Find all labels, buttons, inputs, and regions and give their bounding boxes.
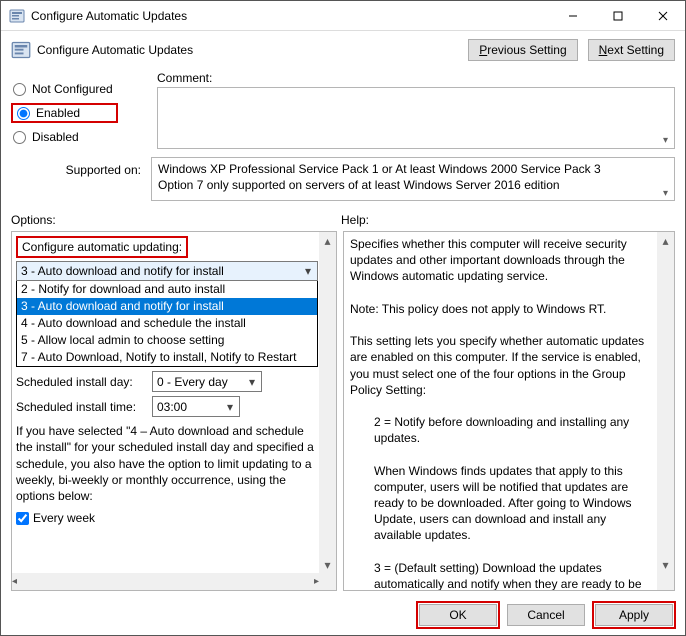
radio-disabled-input[interactable]: [13, 131, 26, 144]
chevron-down-icon: ▾: [243, 374, 261, 390]
chevron-down-icon: ▾: [657, 556, 674, 573]
minimize-button[interactable]: [550, 1, 595, 30]
window-controls: [550, 1, 685, 30]
supported-on-label: Supported on:: [11, 157, 151, 177]
chevron-down-icon: ▾: [319, 556, 336, 573]
policy-dialog: Configure Automatic Updates Configure Au…: [0, 0, 686, 636]
dropdown-item[interactable]: 7 - Auto Download, Notify to install, No…: [17, 349, 317, 366]
every-week-label: Every week: [33, 510, 95, 526]
supported-scrollbar[interactable]: ▾: [657, 158, 674, 200]
install-time-label: Scheduled install time:: [16, 399, 144, 415]
chevron-right-icon: ▸: [314, 576, 319, 587]
radio-enabled-highlight: Enabled: [11, 103, 118, 123]
title-bar: Configure Automatic Updates: [1, 1, 685, 31]
options-label: Options:: [11, 213, 341, 227]
supported-on-text: Windows XP Professional Service Pack 1 o…: [151, 157, 675, 201]
dropdown-item[interactable]: 4 - Auto download and schedule the insta…: [17, 315, 317, 332]
options-h-scrollbar[interactable]: ◂ ▸: [12, 573, 319, 590]
comment-label: Comment:: [157, 71, 675, 85]
help-p1: Specifies whether this computer will rec…: [350, 236, 654, 285]
radio-disabled[interactable]: Disabled: [11, 125, 151, 149]
every-week-row[interactable]: Every week: [16, 510, 318, 526]
close-button[interactable]: [640, 1, 685, 30]
chevron-down-icon: ▾: [221, 399, 239, 415]
panels-row: Configure automatic updating: 3 - Auto d…: [1, 229, 685, 595]
install-day-select[interactable]: 0 - Every day ▾: [152, 371, 262, 392]
radio-not-configured[interactable]: Not Configured: [11, 77, 151, 101]
ok-button[interactable]: OK: [419, 604, 497, 626]
chevron-down-icon: ▾: [299, 263, 317, 279]
configure-updating-label: Configure automatic updating:: [22, 240, 182, 254]
help-label: Help:: [341, 213, 675, 227]
dropdown-item[interactable]: 2 - Notify for download and auto install: [17, 281, 317, 298]
state-and-comment: Not Configured Enabled Disabled Comment:…: [1, 65, 685, 153]
radio-enabled-label: Enabled: [36, 106, 114, 120]
chevron-down-icon: ▾: [663, 187, 668, 200]
comment-scrollbar[interactable]: ▾: [657, 88, 674, 148]
chevron-up-icon: ▴: [319, 232, 336, 249]
header: Configure Automatic Updates Previous Set…: [1, 31, 685, 65]
next-setting-button[interactable]: Next Setting: [588, 39, 675, 61]
apply-button[interactable]: Apply: [595, 604, 673, 626]
cancel-button[interactable]: Cancel: [507, 604, 585, 626]
options-v-scrollbar[interactable]: ▴ ▾: [319, 232, 336, 590]
dropdown-value: 3 - Auto download and notify for install: [17, 263, 299, 279]
radio-enabled-input[interactable]: [17, 107, 30, 120]
help-p2: Note: This policy does not apply to Wind…: [350, 301, 654, 317]
chevron-down-icon: ▾: [663, 135, 668, 146]
configure-updating-label-highlight: Configure automatic updating:: [16, 236, 188, 258]
help-p3: This setting lets you specify whether au…: [350, 333, 654, 398]
every-week-checkbox[interactable]: [16, 512, 29, 525]
window-title: Configure Automatic Updates: [31, 9, 550, 23]
dropdown-item[interactable]: 5 - Allow local admin to choose setting: [17, 332, 317, 349]
options-panel: Configure automatic updating: 3 - Auto d…: [11, 231, 337, 591]
policy-icon: [9, 8, 25, 24]
chevron-up-icon: ▴: [657, 232, 674, 249]
options-paragraph: If you have selected "4 – Auto download …: [16, 423, 318, 504]
chevron-left-icon: ◂: [12, 576, 17, 587]
dropdown-item-selected[interactable]: 3 - Auto download and notify for install: [17, 298, 317, 315]
dropdown-list[interactable]: 2 - Notify for download and auto install…: [16, 280, 318, 367]
state-radio-group: Not Configured Enabled Disabled: [11, 71, 151, 149]
radio-not-configured-input[interactable]: [13, 83, 26, 96]
dialog-button-row: OK Cancel Apply: [1, 595, 685, 635]
supported-on-row: Supported on: Windows XP Professional Se…: [1, 153, 685, 207]
policy-header-icon: [11, 40, 31, 60]
help-p5: When Windows finds updates that apply to…: [350, 463, 654, 544]
install-day-label: Scheduled install day:: [16, 374, 144, 390]
help-p4: 2 = Notify before downloading and instal…: [350, 414, 654, 446]
help-p6: 3 = (Default setting) Download the updat…: [350, 560, 654, 591]
help-panel: Specifies whether this computer will rec…: [343, 231, 675, 591]
comment-textarea[interactable]: ▾: [157, 87, 675, 149]
policy-name: Configure Automatic Updates: [37, 43, 193, 57]
maximize-button[interactable]: [595, 1, 640, 30]
radio-disabled-label: Disabled: [32, 130, 79, 144]
configure-updating-dropdown[interactable]: 3 - Auto download and notify for install…: [16, 261, 318, 281]
section-labels: Options: Help:: [1, 207, 685, 229]
previous-setting-button[interactable]: Previous Setting: [468, 39, 577, 61]
radio-not-configured-label: Not Configured: [32, 82, 113, 96]
install-time-select[interactable]: 03:00 ▾: [152, 396, 240, 417]
help-v-scrollbar[interactable]: ▴ ▾: [657, 232, 674, 590]
